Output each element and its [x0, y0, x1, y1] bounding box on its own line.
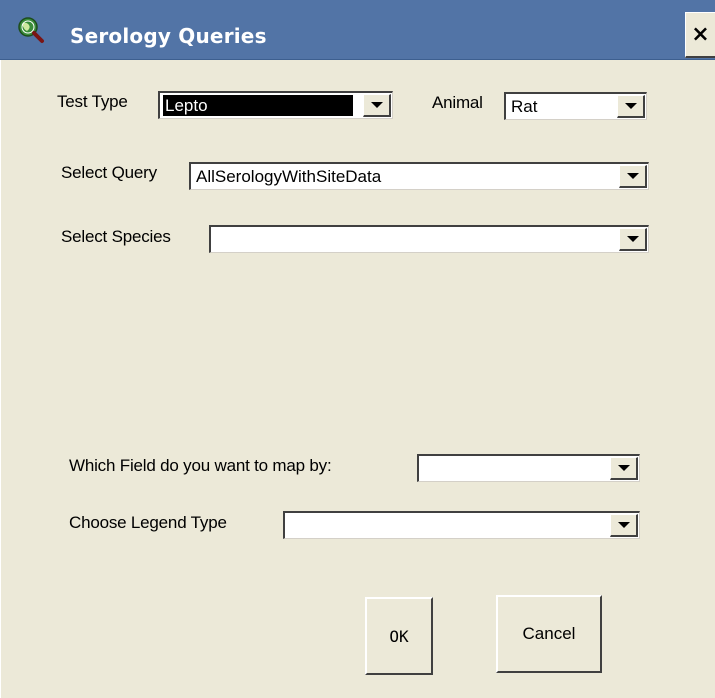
title-bar[interactable]: Serology Queries × [0, 0, 715, 60]
chevron-down-icon [624, 103, 637, 109]
select-query-value: AllSerologyWithSiteData [196, 167, 382, 186]
select-query-label: Select Query [61, 163, 157, 182]
chevron-down-icon [617, 522, 630, 528]
map-field-label: Which Field do you want to map by: [69, 456, 332, 475]
chevron-down-icon [617, 465, 630, 471]
select-species-dropdown-button[interactable] [619, 228, 647, 251]
close-button[interactable]: × [685, 12, 715, 58]
legend-type-dropdown-button[interactable] [610, 514, 638, 537]
legend-type-select[interactable] [283, 511, 640, 539]
legend-type-label: Choose Legend Type [69, 513, 227, 532]
test-type-label: Test Type [57, 92, 128, 111]
chevron-down-icon [370, 102, 383, 108]
legend-type-value [288, 515, 292, 536]
map-field-select[interactable] [417, 454, 640, 482]
animal-value: Rat [511, 97, 538, 116]
dialog-body: Test Type Lepto Animal Rat Select Query … [0, 60, 715, 698]
animal-dropdown-button[interactable] [617, 95, 645, 118]
select-species-value [214, 229, 218, 250]
select-query-select[interactable]: AllSerologyWithSiteData [189, 162, 649, 190]
select-query-dropdown-button[interactable] [619, 165, 647, 188]
animal-select[interactable]: Rat [504, 92, 647, 120]
chevron-down-icon [626, 236, 639, 242]
test-type-select[interactable]: Lepto [158, 91, 393, 119]
select-species-label: Select Species [61, 227, 171, 246]
animal-label: Animal [432, 93, 483, 112]
cancel-button[interactable]: Cancel [496, 595, 602, 673]
ok-button[interactable]: OK [365, 597, 433, 675]
test-type-dropdown-button[interactable] [363, 94, 391, 117]
map-field-dropdown-button[interactable] [610, 457, 638, 480]
select-species-select[interactable] [209, 225, 649, 253]
window-title: Serology Queries [70, 24, 267, 48]
chevron-down-icon [626, 173, 639, 179]
serology-queries-dialog: Serology Queries × Test Type Lepto Anima… [0, 0, 715, 698]
search-globe-icon [18, 17, 44, 43]
test-type-value: Lepto [163, 95, 353, 116]
map-field-value [422, 458, 426, 479]
